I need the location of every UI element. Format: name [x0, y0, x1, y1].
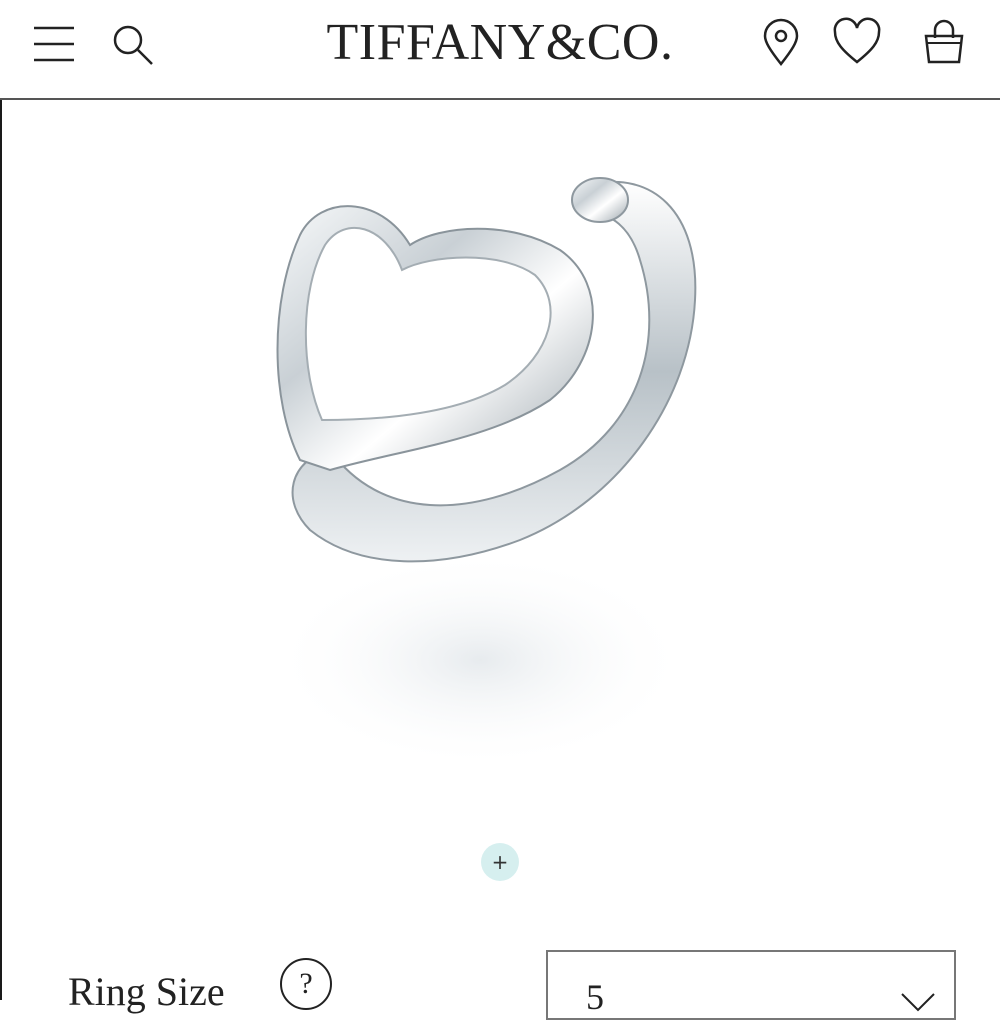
- shopping-bag-icon[interactable]: [918, 16, 970, 68]
- ring-size-label: Ring Size: [68, 969, 225, 1014]
- search-icon[interactable]: [108, 18, 158, 68]
- ring-size-value: 5: [586, 977, 604, 1017]
- heart-icon[interactable]: [830, 16, 884, 68]
- brand-logo[interactable]: TIFFANY&CO.: [300, 10, 700, 76]
- chevron-down-icon: [901, 993, 935, 1012]
- product-image: [0, 100, 1000, 820]
- size-help-button[interactable]: ?: [280, 958, 332, 1010]
- ring-size-select[interactable]: 5: [546, 950, 956, 1020]
- location-pin-icon[interactable]: [756, 18, 806, 68]
- hamburger-menu-icon[interactable]: [30, 20, 80, 66]
- site-header: TIFFANY&CO.: [0, 0, 1000, 100]
- zoom-button[interactable]: +: [481, 843, 519, 881]
